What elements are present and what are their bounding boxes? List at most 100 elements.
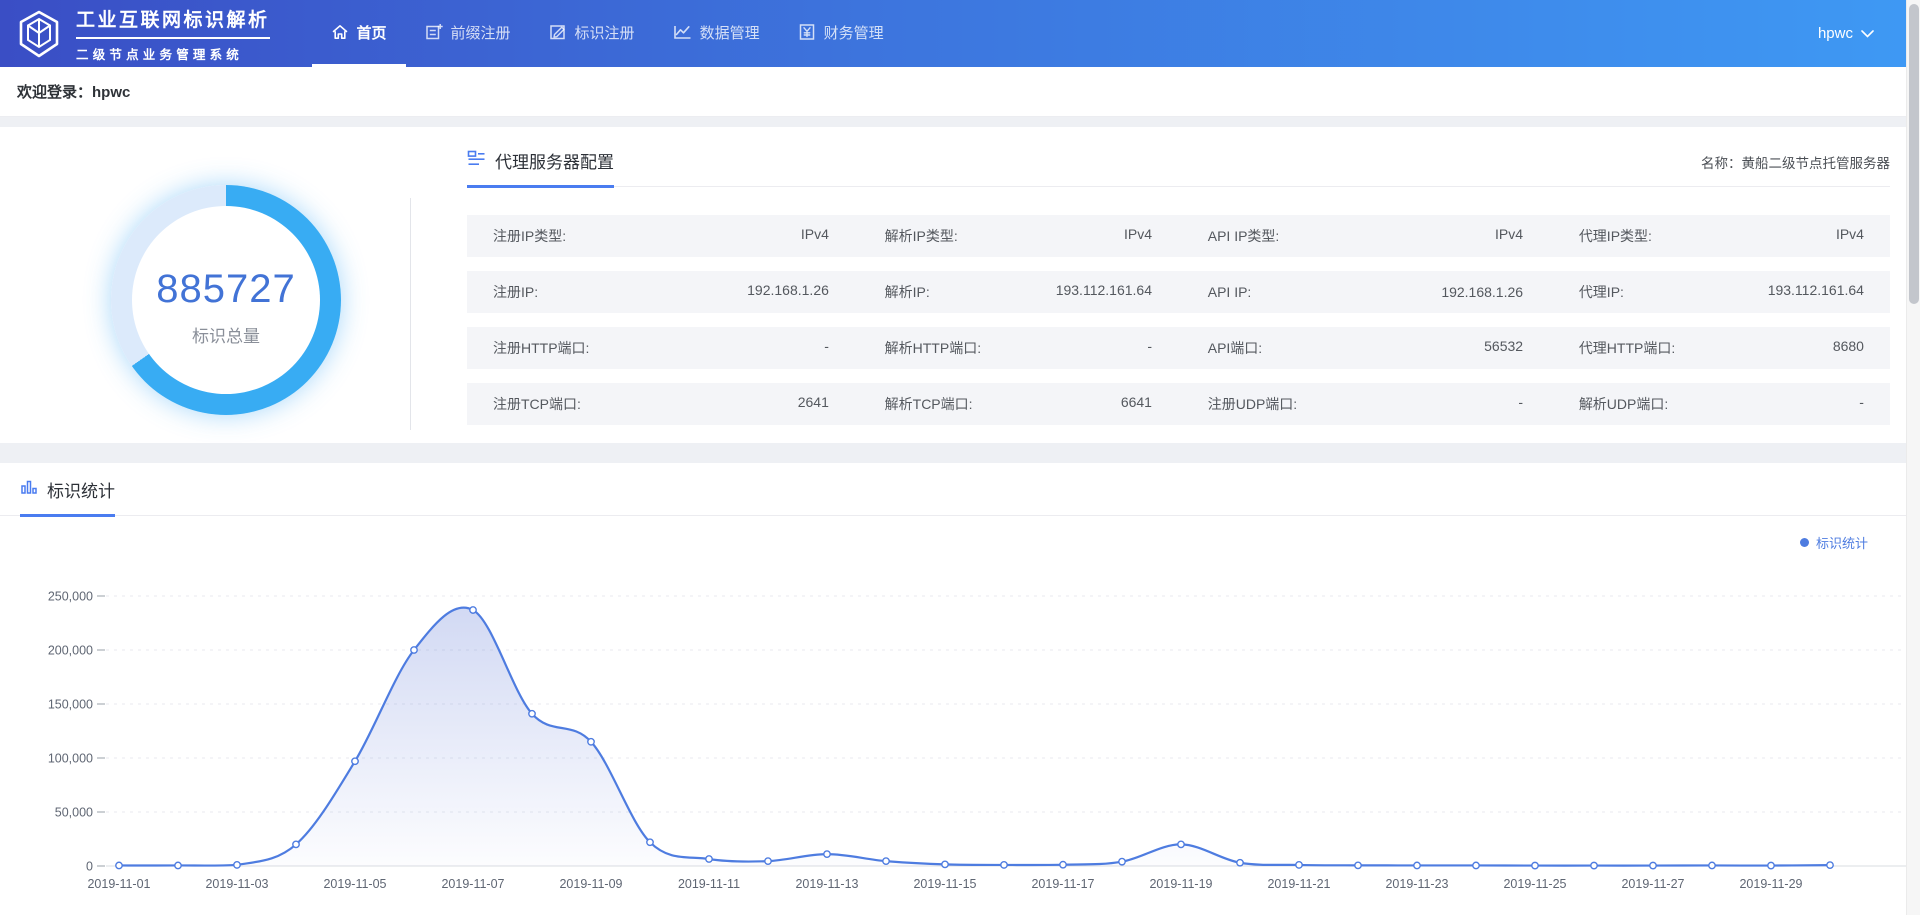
data-point	[824, 851, 830, 857]
config-value: 6641	[1121, 394, 1152, 414]
data-point	[1414, 862, 1420, 868]
config-cell: 代理HTTP端口: 8680	[1579, 338, 1864, 358]
config-cell: 注册HTTP端口: -	[493, 338, 829, 358]
welcome-bar: 欢迎登录：hpwc	[0, 67, 1920, 117]
config-cell: 注册IP: 192.168.1.26	[493, 282, 829, 302]
bar-chart-icon	[20, 478, 38, 501]
config-value: -	[1518, 394, 1523, 414]
logo-subtitle: 二级节点业务管理系统	[76, 39, 270, 63]
config-label: API IP:	[1208, 284, 1252, 300]
username: hpwc	[1818, 25, 1853, 42]
server-config-icon	[467, 149, 486, 173]
config-value: -	[1859, 394, 1864, 414]
config-cell: API IP: 192.168.1.26	[1208, 284, 1523, 300]
config-cell: API IP类型: IPv4	[1208, 226, 1523, 246]
x-axis-label: 2019-11-11	[678, 877, 740, 891]
data-point	[765, 858, 771, 864]
chevron-down-icon	[1861, 25, 1874, 42]
stats-title: 标识统计	[20, 477, 115, 517]
config-value: 193.112.161.64	[1768, 282, 1864, 302]
x-axis-label: 2019-11-25	[1503, 877, 1566, 891]
nav-item-label: 数据管理	[700, 22, 760, 43]
config-label: 注册IP:	[493, 282, 538, 302]
config-value: 192.168.1.26	[1441, 284, 1523, 300]
config-cell: 解析IP类型:IPv4	[885, 226, 1152, 246]
x-axis-label: 2019-11-07	[441, 877, 504, 891]
data-management-icon	[673, 23, 692, 41]
data-point	[1178, 841, 1184, 847]
nav-item-data-management[interactable]: 数据管理	[654, 0, 779, 67]
nav-item-identifier-register[interactable]: 标识注册	[530, 0, 654, 67]
area-fill	[119, 608, 1830, 866]
x-axis-label: 2019-11-01	[87, 877, 150, 891]
x-axis-label: 2019-11-29	[1739, 877, 1802, 891]
x-axis-label: 2019-11-09	[559, 877, 622, 891]
nav-menu: 首页 前缀注册标识注册 数据管理 财务管理	[312, 0, 903, 67]
user-menu[interactable]: hpwc	[1818, 0, 1874, 67]
config-value: IPv4	[1836, 226, 1864, 246]
overview-card: 885727 标识总量 代理服务器配置 名称：黄船二级节点托管服务器 注册IP类…	[0, 127, 1920, 443]
data-point	[1473, 862, 1479, 868]
identifier-total-value: 885727	[156, 267, 295, 312]
app-logo: 工业互联网标识解析 二级节点业务管理系统	[14, 0, 312, 67]
x-axis-label: 2019-11-15	[913, 877, 976, 891]
data-point	[1060, 862, 1066, 868]
config-label: 注册HTTP端口:	[493, 338, 589, 358]
config-cell: 注册UDP端口: -	[1208, 394, 1523, 414]
config-value: 56532	[1484, 338, 1523, 358]
y-axis-label: 250,000	[48, 590, 93, 604]
config-label: 代理HTTP端口:	[1579, 338, 1675, 358]
config-cell: 解析TCP端口:6641	[885, 394, 1152, 414]
data-point	[175, 862, 181, 868]
config-cell: 注册TCP端口:2641	[493, 394, 829, 414]
config-cell: 解析UDP端口: -	[1579, 394, 1864, 414]
y-axis-label: 100,000	[48, 752, 93, 766]
data-point	[529, 711, 535, 717]
data-point	[1001, 862, 1007, 868]
scrollbar-thumb[interactable]	[1909, 4, 1919, 304]
nav-item-home[interactable]: 首页	[312, 0, 406, 67]
config-cell: 代理IP类型:IPv4	[1579, 226, 1864, 246]
config-label: 代理IP:	[1579, 282, 1624, 302]
data-point	[647, 839, 653, 845]
data-point	[1355, 862, 1361, 868]
welcome-text: 欢迎登录：hpwc	[17, 81, 130, 102]
data-point	[470, 607, 476, 613]
data-point	[352, 758, 358, 764]
identifier-total-label: 标识总量	[192, 322, 260, 347]
x-axis-label: 2019-11-19	[1149, 877, 1212, 891]
nav-item-finance-management[interactable]: 财务管理	[779, 0, 903, 67]
y-axis-label: 50,000	[55, 806, 93, 820]
config-value: -	[824, 338, 829, 358]
nav-item-label: 前缀注册	[451, 22, 511, 43]
data-point	[234, 862, 240, 868]
nav-item-prefix-register[interactable]: 前缀注册	[406, 0, 530, 67]
config-value: -	[1147, 338, 1152, 358]
x-axis-label: 2019-11-23	[1385, 877, 1448, 891]
y-axis-label: 0	[86, 860, 93, 874]
data-point	[1650, 862, 1656, 868]
config-value: IPv4	[1495, 226, 1523, 246]
logo-text: 工业互联网标识解析 二级节点业务管理系统	[76, 5, 270, 63]
top-navbar: 工业互联网标识解析 二级节点业务管理系统 首页前缀注册标识注册数据管理财务管理 …	[0, 0, 1920, 67]
config-label: 注册UDP端口:	[1208, 394, 1297, 414]
config-value: 192.168.1.26	[747, 282, 829, 302]
config-value: IPv4	[801, 226, 829, 246]
config-label: API IP类型:	[1208, 226, 1280, 246]
data-point	[883, 858, 889, 864]
identifier-stats-line-chart: 050,000100,000150,000200,000250,0002019-…	[0, 520, 1920, 915]
proxy-config-title: 代理服务器配置	[467, 148, 614, 188]
data-point	[706, 856, 712, 862]
config-label: 解析UDP端口:	[1579, 394, 1668, 414]
nav-item-label: 财务管理	[824, 22, 884, 43]
data-point	[1827, 862, 1833, 868]
x-axis-label: 2019-11-27	[1621, 877, 1684, 891]
scrollbar-track[interactable]	[1906, 0, 1920, 915]
config-row: 注册HTTP端口:-解析HTTP端口:-API端口:56532代理HTTP端口:…	[467, 327, 1890, 369]
data-point	[1591, 862, 1597, 868]
nav-item-label: 首页	[357, 22, 387, 43]
data-point	[1768, 862, 1774, 868]
config-value: 8680	[1833, 338, 1864, 358]
data-point	[1119, 858, 1125, 864]
proxy-config-panel: 代理服务器配置 名称：黄船二级节点托管服务器 注册IP类型:IPv4解析IP类型…	[411, 127, 1920, 443]
